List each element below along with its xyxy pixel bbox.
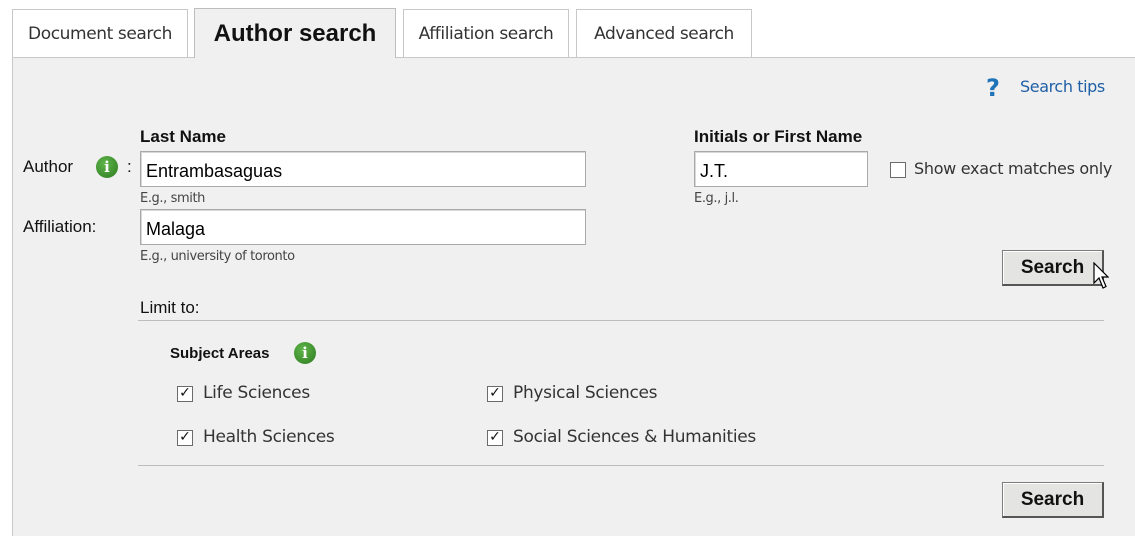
tab-affiliation-search[interactable]: Affiliation search <box>403 9 569 57</box>
search-button-bottom[interactable]: Search <box>1002 482 1104 518</box>
help-question-icon[interactable]: ? <box>986 74 1000 102</box>
tab-document-search[interactable]: Document search <box>12 9 188 57</box>
physical-sciences-checkbox[interactable]: ✓ <box>487 386 503 402</box>
life-sciences-checkbox[interactable]: ✓ <box>177 386 193 402</box>
subject-areas-info-icon[interactable]: i <box>294 342 316 364</box>
affiliation-input[interactable] <box>140 209 586 245</box>
bottom-divider <box>138 465 1104 466</box>
life-sciences-label[interactable]: Life Sciences <box>203 383 310 403</box>
last-name-hint: E.g., smith <box>140 191 205 206</box>
search-tips-link[interactable]: Search tips <box>1020 77 1105 96</box>
first-name-label: Initials or First Name <box>694 127 863 146</box>
last-name-input[interactable] <box>140 151 586 187</box>
affiliation-label: Affiliation: <box>23 217 97 236</box>
exact-match-checkbox[interactable] <box>890 162 906 178</box>
exact-match-label[interactable]: Show exact matches only <box>914 159 1112 178</box>
affiliation-hint: E.g., university of toronto <box>140 249 295 264</box>
health-sciences-label[interactable]: Health Sciences <box>203 427 335 447</box>
author-colon: : <box>127 157 132 176</box>
search-button-top[interactable]: Search <box>1002 250 1104 286</box>
mouse-cursor-icon <box>1093 262 1109 289</box>
limit-to-label: Limit to: <box>140 298 200 317</box>
author-search-panel: ? Search tips Last Name Initials or Firs… <box>12 57 1135 536</box>
info-icon[interactable]: i <box>96 156 118 178</box>
social-sciences-checkbox[interactable]: ✓ <box>487 430 503 446</box>
tab-author-search[interactable]: Author search <box>194 8 396 58</box>
first-name-input[interactable] <box>694 151 868 187</box>
author-label: Author <box>23 157 74 176</box>
tab-advanced-search[interactable]: Advanced search <box>576 9 752 57</box>
social-sciences-label[interactable]: Social Sciences & Humanities <box>513 427 756 447</box>
first-name-hint: E.g., j.l. <box>694 191 739 206</box>
health-sciences-checkbox[interactable]: ✓ <box>177 430 193 446</box>
last-name-label: Last Name <box>140 127 226 146</box>
subject-areas-label: Subject Areas <box>170 345 270 362</box>
physical-sciences-label[interactable]: Physical Sciences <box>513 383 658 403</box>
limit-divider <box>138 320 1104 321</box>
